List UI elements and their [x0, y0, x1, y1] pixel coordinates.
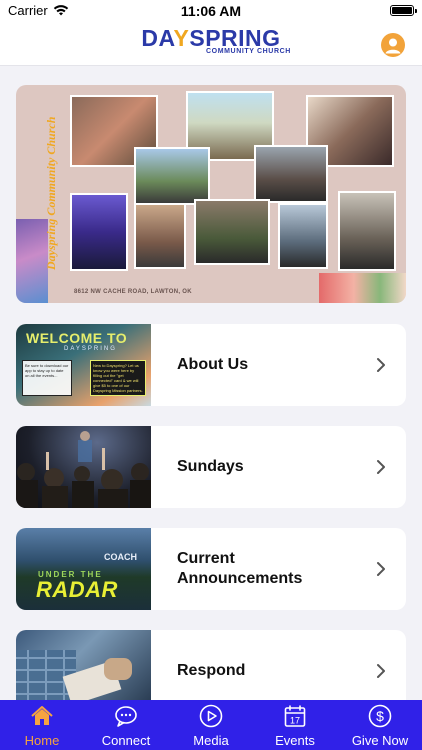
- logo-subtitle: COMMUNITY CHURCH: [206, 48, 291, 55]
- tab-home[interactable]: Home: [0, 700, 84, 750]
- tab-connect[interactable]: Connect: [84, 700, 168, 750]
- announcements-label: Current Announcements: [177, 550, 303, 587]
- tab-media-label: Media: [193, 733, 229, 748]
- calendar-icon: 17: [284, 705, 306, 727]
- chevron-right-icon: [377, 460, 385, 474]
- tab-bar: Home Connect Media 17 Events $ Give Now: [0, 700, 422, 750]
- church-banner: Dayspring Community Church 8612 NW CACHE…: [16, 85, 406, 303]
- tab-give-now-label: Give Now: [351, 733, 409, 748]
- nav-bar: DAYSPRING COMMUNITY CHURCH: [0, 22, 422, 66]
- tab-home-label: Home: [24, 733, 60, 748]
- status-bar: Carrier 11:06 AM: [0, 0, 422, 22]
- thumb-coach-text: COACH: [104, 552, 137, 562]
- tab-events-label: Events: [275, 733, 315, 748]
- play-circle-icon: [199, 704, 223, 728]
- banner-photo: [194, 199, 270, 265]
- thumb-welcome-note: Be sure to download our app to stay up t…: [22, 360, 72, 396]
- banner-flower-image: [319, 273, 406, 303]
- banner-vertical-title: Dayspring Community Church: [44, 116, 58, 270]
- thumb-welcome-subtitle: DAYSPRING: [64, 346, 117, 352]
- about-us-card[interactable]: WELCOME TO DAYSPRING Be sure to download…: [16, 324, 406, 406]
- chevron-right-icon: [377, 358, 385, 372]
- tab-connect-label: Connect: [101, 733, 151, 748]
- banner-photo: [254, 145, 328, 203]
- respond-thumbnail: [16, 630, 151, 700]
- announcements-card[interactable]: COACH UNDER THE RADAR Current Announceme…: [16, 528, 406, 610]
- tab-give-now[interactable]: $ Give Now: [338, 700, 422, 750]
- thumb-welcome-title: WELCOME TO: [26, 330, 128, 346]
- about-us-label: About Us: [177, 356, 249, 373]
- banner-photo: [70, 193, 128, 271]
- chevron-right-icon: [377, 664, 385, 678]
- profile-button[interactable]: [381, 33, 405, 57]
- tab-events[interactable]: 17 Events: [253, 700, 337, 750]
- banner-photo: [134, 147, 210, 205]
- battery-icon: [390, 5, 417, 16]
- logo-wordmark: DAYSPRING: [141, 25, 281, 51]
- announcements-thumbnail: COACH UNDER THE RADAR: [16, 528, 151, 610]
- home-content[interactable]: Dayspring Community Church 8612 NW CACHE…: [0, 67, 422, 700]
- banner-address: 8612 NW CACHE ROAD, LAWTON, OK: [74, 289, 192, 295]
- chat-bubble-icon: [115, 706, 137, 727]
- home-icon: [31, 706, 53, 725]
- chevron-right-icon: [377, 562, 385, 576]
- thumb-welcome-info: New to Dayspring? Let us know you were h…: [90, 360, 146, 396]
- dayspring-logo: DAYSPRING: [0, 26, 422, 50]
- status-time: 11:06 AM: [180, 3, 242, 19]
- sundays-card[interactable]: Sundays: [16, 426, 406, 508]
- respond-label: Respond: [177, 662, 246, 679]
- worship-crowd-image: [16, 431, 151, 508]
- respond-card[interactable]: Respond: [16, 630, 406, 700]
- sundays-label: Sundays: [177, 458, 244, 475]
- banner-photo: [278, 203, 328, 269]
- sundays-thumbnail: [16, 426, 151, 508]
- banner-photo: [134, 203, 186, 269]
- person-circle-icon: [385, 38, 401, 54]
- journal-writing-image: [16, 650, 132, 700]
- about-us-thumbnail: WELCOME TO DAYSPRING Be sure to download…: [16, 324, 151, 406]
- banner-photo: [338, 191, 396, 271]
- svg-text:$: $: [376, 708, 384, 724]
- tab-media[interactable]: Media: [169, 700, 253, 750]
- calendar-day-number: 17: [290, 716, 300, 726]
- thumb-radar-text: RADAR: [36, 577, 118, 602]
- dollar-circle-icon: $: [368, 704, 392, 728]
